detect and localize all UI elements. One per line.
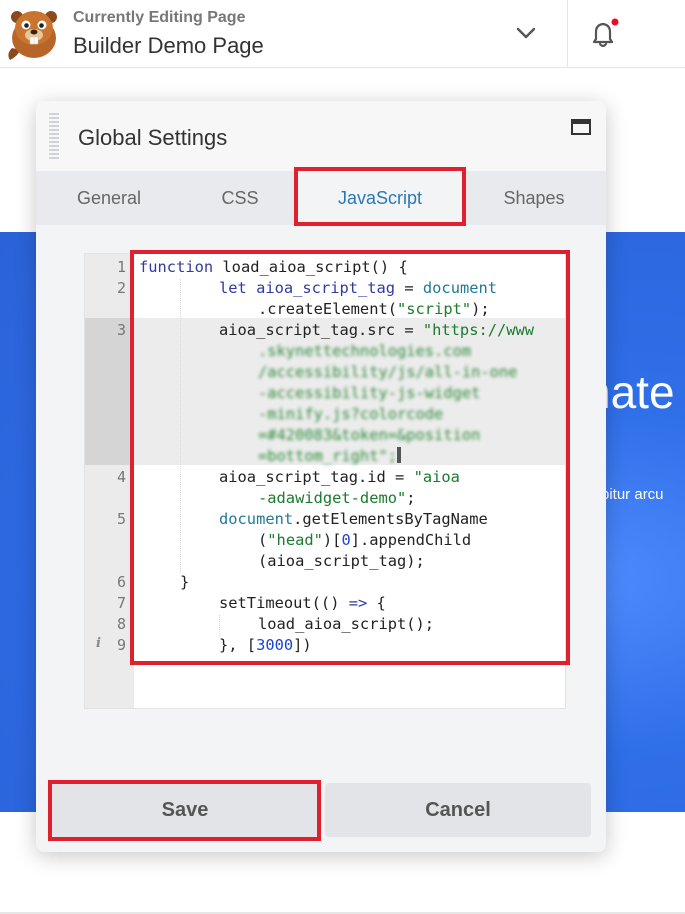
topbar-divider — [567, 0, 568, 68]
line-number: 5 — [116, 510, 126, 528]
annotation-frame-code — [130, 250, 570, 665]
line-number: 8 — [116, 615, 126, 633]
tab-general[interactable]: General — [46, 171, 172, 225]
annotation-frame-save-button — [48, 780, 321, 841]
notification-dot — [611, 18, 619, 26]
line-number: 4 — [116, 468, 126, 486]
annotation-frame-javascript-tab — [294, 167, 466, 226]
chevron-down-icon[interactable] — [510, 20, 542, 48]
info-icon[interactable]: i — [96, 636, 101, 651]
drag-handle-icon[interactable] — [49, 113, 59, 159]
line-number: 1 — [116, 258, 126, 276]
page-title: Builder Demo Page — [73, 33, 264, 58]
maximize-icon[interactable] — [571, 119, 591, 135]
modal-title: Global Settings — [78, 125, 228, 150]
beaver-logo-icon[interactable] — [4, 4, 64, 62]
line-number: 3 — [116, 321, 126, 339]
page-status-label: Currently Editing Page — [73, 9, 246, 26]
line-number: 6 — [116, 573, 126, 591]
line-number: 9 — [116, 636, 126, 654]
line-number: 2 — [116, 279, 126, 297]
tab-css[interactable]: CSS — [176, 171, 304, 225]
modal-header: Global Settings — [36, 101, 606, 171]
cancel-button[interactable]: Cancel — [325, 783, 591, 837]
hero-text-fragment: bitur arcu — [601, 486, 664, 503]
line-number: 7 — [116, 594, 126, 612]
gutter-active-line — [85, 318, 134, 465]
top-bar: Currently Editing Page Builder Demo Page — [0, 0, 685, 68]
tab-shapes[interactable]: Shapes — [470, 171, 598, 225]
bell-icon[interactable] — [584, 16, 622, 54]
